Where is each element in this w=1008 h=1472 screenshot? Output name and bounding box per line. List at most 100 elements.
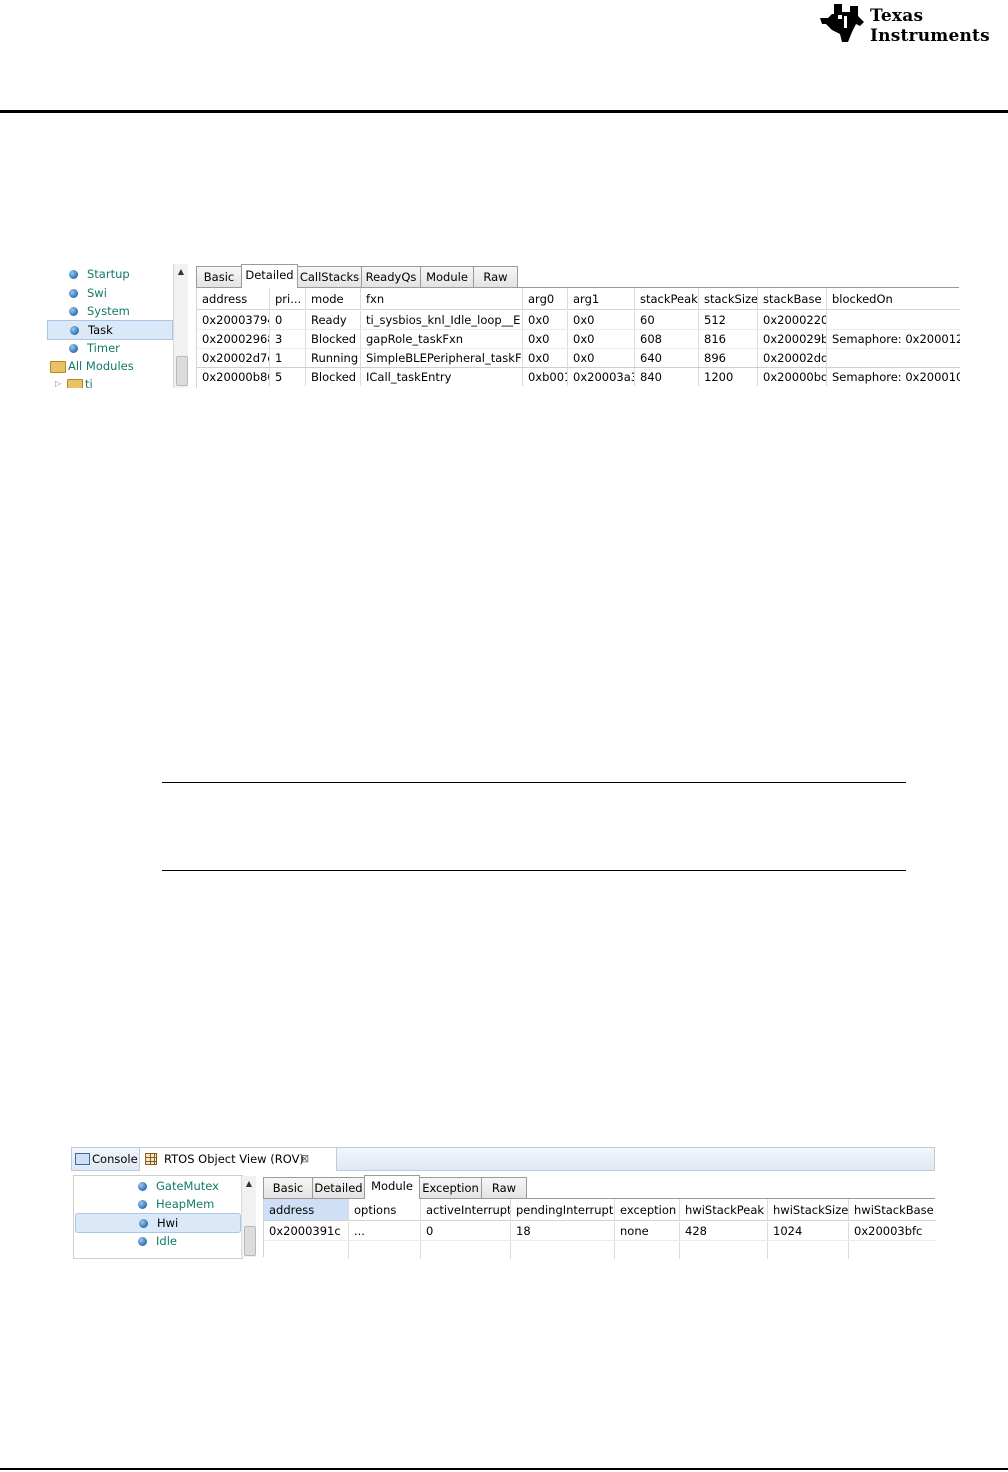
table-cell[interactable]: 0x0 xyxy=(523,311,568,329)
table-cell[interactable]: 0x200029b8 xyxy=(758,330,827,348)
table-cell[interactable]: ti_sysbios_knl_Idle_loop__E xyxy=(361,311,523,329)
tab-raw[interactable]: Raw xyxy=(481,1177,527,1198)
table-cell[interactable]: 0 xyxy=(421,1222,511,1240)
column-header-exception[interactable]: exception xyxy=(615,1199,680,1221)
tab-raw[interactable]: Raw xyxy=(473,266,518,287)
table-cell[interactable]: 428 xyxy=(680,1222,768,1240)
module-icon xyxy=(69,289,78,298)
tab-exception[interactable]: Exception xyxy=(419,1177,482,1198)
column-header-options[interactable]: options xyxy=(349,1199,421,1221)
table-cell[interactable]: 5 xyxy=(270,368,306,386)
table-cell[interactable]: 640 xyxy=(635,349,699,367)
column-header-hwistacksize[interactable]: hwiStackSize xyxy=(768,1199,849,1221)
tab-console[interactable]: Console xyxy=(92,1148,138,1170)
column-header-mode[interactable]: mode xyxy=(306,288,361,310)
tab-basic[interactable]: Basic xyxy=(196,266,242,287)
table-cell[interactable]: 1024 xyxy=(768,1222,849,1240)
tree-item-timer[interactable]: Timer xyxy=(69,339,169,357)
tab-detailed[interactable]: Detailed xyxy=(241,264,298,288)
scroll-thumb[interactable] xyxy=(176,356,188,386)
scroll-up-icon[interactable]: ▲ xyxy=(174,264,188,280)
column-header-stackpeak[interactable]: stackPeak xyxy=(635,288,699,310)
scroll-thumb[interactable] xyxy=(244,1226,256,1256)
table-cell[interactable]: 0x20002d7c xyxy=(197,349,270,367)
tree-item-swi[interactable]: Swi xyxy=(69,284,169,302)
tree-item-system[interactable]: System xyxy=(69,302,169,320)
table-cell[interactable]: Blocked xyxy=(306,368,361,386)
table-cell[interactable]: 0x20000bd0 xyxy=(758,368,827,386)
table-cell[interactable]: SimpleBLEPeripheral_taskFxn xyxy=(361,349,523,367)
table-cell[interactable]: 60 xyxy=(635,311,699,329)
column-header-pendinginterrupt[interactable]: pendingInterrupt xyxy=(511,1199,615,1221)
column-header-stacksize[interactable]: stackSize xyxy=(699,288,758,310)
table-cell[interactable]: ... xyxy=(349,1222,421,1240)
tree-item-idle[interactable]: Idle xyxy=(138,1232,238,1250)
table-cell[interactable]: 608 xyxy=(635,330,699,348)
tab-basic[interactable]: Basic xyxy=(263,1177,313,1198)
table-cell[interactable]: 0x20002968 xyxy=(197,330,270,348)
tree-item-hwi[interactable]: Hwi xyxy=(75,1213,241,1233)
table-cell[interactable]: 0x0 xyxy=(568,349,635,367)
tree-item-task[interactable]: Task xyxy=(47,320,173,340)
table-cell[interactable]: 896 xyxy=(699,349,758,367)
column-header-arg1[interactable]: arg1 xyxy=(568,288,635,310)
table-cell[interactable]: Semaphore: 0x200010b0 xyxy=(827,368,960,386)
tree-item-heapmem[interactable]: HeapMem xyxy=(138,1195,238,1213)
column-header-fxn[interactable]: fxn xyxy=(361,288,523,310)
tree-item-gatemutex[interactable]: GateMutex xyxy=(138,1177,238,1195)
tab-module[interactable]: Module xyxy=(364,1175,420,1199)
table-cell[interactable]: Semaphore: 0x20001228 xyxy=(827,330,960,348)
tree-scrollbar[interactable]: ▲ xyxy=(241,1176,256,1257)
table-cell[interactable]: none xyxy=(615,1222,680,1240)
table-cell[interactable]: 0 xyxy=(270,311,306,329)
table-cell[interactable]: 18 xyxy=(511,1222,615,1240)
table-cell[interactable] xyxy=(827,349,960,367)
column-header-priority[interactable]: pri... xyxy=(270,288,306,310)
table-cell[interactable]: ICall_taskEntry xyxy=(361,368,523,386)
tab-readyqs[interactable]: ReadyQs xyxy=(361,266,421,287)
table-cell[interactable]: 512 xyxy=(699,311,758,329)
table-cell[interactable]: Blocked xyxy=(306,330,361,348)
tab-detailed[interactable]: Detailed xyxy=(312,1177,365,1198)
tree-item-startup[interactable]: Startup xyxy=(69,265,169,283)
tab-module[interactable]: Module xyxy=(420,266,474,287)
table-cell[interactable]: 1200 xyxy=(699,368,758,386)
table-cell[interactable]: 0x20003794 xyxy=(197,311,270,329)
tab-rov[interactable]: RTOS Object View (ROV) ⊠ xyxy=(139,1148,337,1171)
table-cell[interactable]: Running xyxy=(306,349,361,367)
table-cell[interactable]: 0x20000b80 xyxy=(197,368,270,386)
table-cell[interactable]: 0x0 xyxy=(568,330,635,348)
table-cell[interactable]: 0x0 xyxy=(523,330,568,348)
table-cell[interactable]: gapRole_taskFxn xyxy=(361,330,523,348)
table-cell[interactable]: 0x20003a30 xyxy=(568,368,635,386)
table-cell[interactable]: 0xb001 xyxy=(523,368,568,386)
tree-scrollbar[interactable]: ▲ xyxy=(173,264,188,388)
scroll-up-icon[interactable]: ▲ xyxy=(242,1176,256,1192)
table-cell[interactable] xyxy=(827,311,960,329)
tab-callstacks[interactable]: CallStacks xyxy=(297,266,362,287)
column-header-arg0[interactable]: arg0 xyxy=(523,288,568,310)
column-header-stackbase[interactable]: stackBase xyxy=(758,288,827,310)
column-header-address[interactable]: address xyxy=(264,1199,349,1221)
tree-item-all-modules[interactable]: All Modules xyxy=(50,357,170,375)
table-cell[interactable]: 0x2000391c xyxy=(264,1222,349,1240)
ti-logo-word-1: Texas xyxy=(870,6,924,26)
table-cell[interactable]: 840 xyxy=(635,368,699,386)
table-cell[interactable]: 0x20002dd0 xyxy=(758,349,827,367)
close-icon[interactable]: ⊠ xyxy=(300,1152,309,1165)
tree-item-ti[interactable]: ▷ ti xyxy=(55,375,155,388)
column-header-hwistackbase[interactable]: hwiStackBase xyxy=(849,1199,936,1221)
table-cell[interactable]: 0x0 xyxy=(568,311,635,329)
column-header-hwistackpeak[interactable]: hwiStackPeak xyxy=(680,1199,768,1221)
column-header-blockedon[interactable]: blockedOn xyxy=(827,288,960,310)
table-cell[interactable]: 0x20002200 xyxy=(758,311,827,329)
table-cell[interactable]: Ready xyxy=(306,311,361,329)
table-cell[interactable]: 816 xyxy=(699,330,758,348)
column-header-activeinterrupt[interactable]: activeInterrupt xyxy=(421,1199,511,1221)
expand-arrow-icon[interactable]: ▷ xyxy=(55,375,61,388)
column-header-address[interactable]: address xyxy=(197,288,270,310)
table-cell[interactable]: 0x0 xyxy=(523,349,568,367)
table-cell[interactable]: 3 xyxy=(270,330,306,348)
table-cell[interactable]: 0x20003bfc xyxy=(849,1222,936,1240)
table-cell[interactable]: 1 xyxy=(270,349,306,367)
